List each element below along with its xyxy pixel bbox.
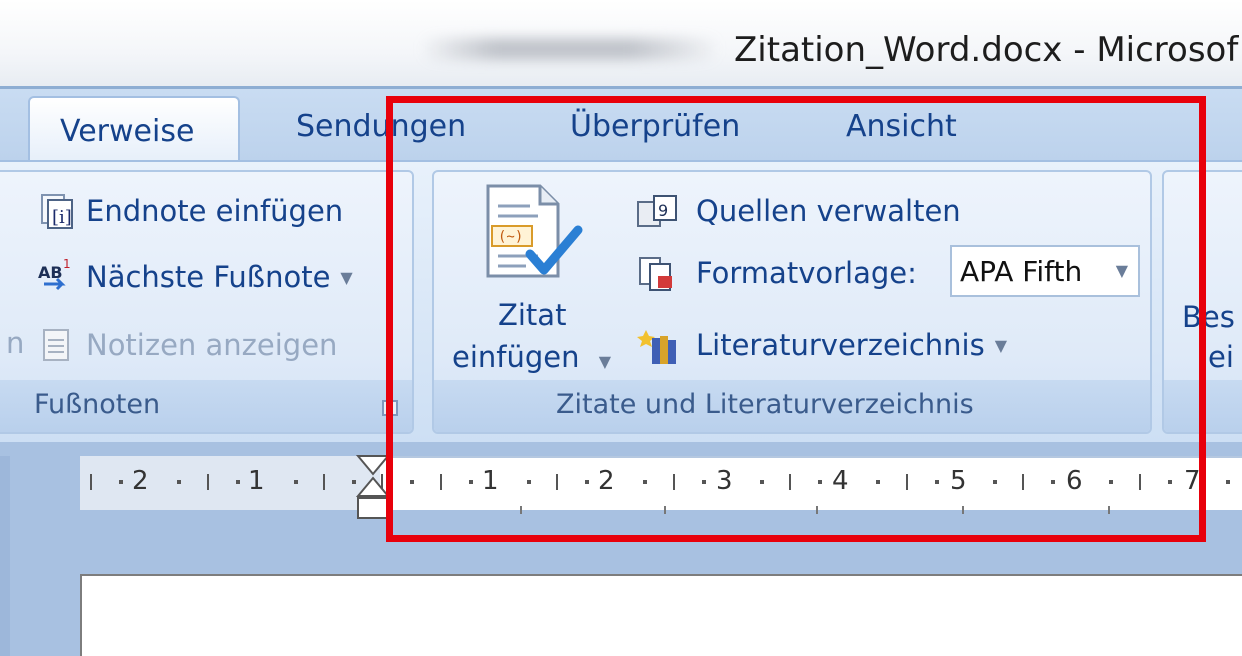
citations-group-label: Zitate und Literaturverzeichnis	[556, 389, 974, 420]
ruler-bar	[207, 474, 209, 490]
svg-text:9: 9	[658, 201, 668, 220]
ruler-number: 6	[1066, 466, 1083, 496]
ruler-bar	[673, 474, 675, 490]
ruler-bar	[906, 474, 908, 490]
ruler-tab-stop	[962, 506, 964, 514]
ruler-bar	[1139, 474, 1141, 490]
ruler-tab-stop	[520, 506, 522, 514]
ruler-bar	[90, 474, 92, 490]
ruler-tab-stop	[816, 506, 818, 514]
tab-ansicht[interactable]: Ansicht	[846, 109, 957, 144]
bibliography-label: Literaturverzeichnis	[696, 328, 985, 362]
ruler-number: 2	[132, 466, 149, 496]
window-title: Zitation_Word.docx - Microsof	[734, 30, 1239, 70]
show-notes-button: Notizen anzeigen	[38, 326, 337, 364]
ruler-bar	[789, 474, 791, 490]
ruler-number: 7	[1184, 466, 1201, 496]
endnote-insert-button[interactable]: [i] Endnote einfügen	[38, 192, 343, 230]
style-icon	[636, 254, 686, 292]
ruler-dot	[702, 480, 706, 484]
footnotes-group-label-bar: Fußnoten	[0, 380, 412, 432]
title-bar: Zitation_Word.docx - Microsof	[0, 0, 1242, 88]
ruler-bar	[1022, 474, 1024, 490]
insert-citation-icon[interactable]: (~)	[478, 182, 588, 290]
svg-text:(~): (~)	[498, 229, 523, 245]
next-group-label-line2[interactable]: ei	[1208, 340, 1234, 374]
ruler-dot	[177, 480, 181, 484]
citation-style-dropdown[interactable]: APA Fifth ▼	[950, 245, 1140, 297]
svg-text:1: 1	[63, 258, 71, 271]
ruler-number: 1	[482, 466, 499, 496]
ruler-dot	[294, 480, 298, 484]
ruler-dot	[469, 480, 473, 484]
ruler-dot	[760, 480, 764, 484]
ruler-dot	[585, 480, 589, 484]
ruler-dot	[876, 480, 880, 484]
ruler-tab-stop	[1108, 506, 1110, 514]
ruler-number: 4	[832, 466, 849, 496]
ruler-number: 2	[598, 466, 615, 496]
manage-sources-button[interactable]: 9 Quellen verwalten	[636, 192, 961, 230]
next-footnote-button[interactable]: AB 1 Nächste Fußnote ▼	[38, 257, 353, 296]
chevron-down-icon: ▼	[340, 267, 353, 287]
manage-sources-icon: 9	[636, 192, 686, 230]
endnote-icon: [i]	[38, 192, 76, 230]
tab-verweise-label: Verweise	[60, 114, 195, 149]
ruler-dot	[643, 480, 647, 484]
style-label: Formatvorlage:	[696, 256, 917, 290]
ruler-bar	[556, 474, 558, 490]
ruler-number: 5	[950, 466, 967, 496]
tab-sendungen[interactable]: Sendungen	[296, 109, 466, 144]
dialog-launcher-icon[interactable]	[382, 400, 398, 416]
ruler-margin-area	[80, 456, 380, 510]
ruler-dot	[1109, 480, 1113, 484]
insert-citation-button[interactable]: einfügen ▼	[452, 340, 611, 374]
tab-ueberpruefen[interactable]: Überprüfen	[570, 109, 740, 144]
ruler-dot	[527, 480, 531, 484]
insert-citation-label-line2: einfügen	[452, 340, 580, 374]
left-edge-text: n	[6, 326, 25, 360]
next-footnote-icon: AB 1	[38, 257, 76, 296]
citations-group-label-bar: Zitate und Literaturverzeichnis	[434, 380, 1150, 432]
style-label-group: Formatvorlage:	[636, 254, 917, 292]
ruler-dot	[1226, 480, 1230, 484]
tab-verweise[interactable]: Verweise	[28, 96, 240, 162]
chevron-down-icon: ▼	[994, 335, 1008, 355]
left-margin-strip	[0, 456, 10, 656]
ruler-number: 1	[248, 466, 265, 496]
ruler-number: 3	[716, 466, 733, 496]
next-group-label-line1[interactable]: Bes	[1182, 300, 1235, 334]
ruler-dot	[818, 480, 822, 484]
chevron-down-icon: ▼	[598, 352, 612, 371]
bibliography-icon	[636, 326, 686, 364]
bibliography-button[interactable]: Literaturverzeichnis ▼	[636, 326, 1007, 364]
ruler-dot	[410, 480, 414, 484]
ruler-dot	[993, 480, 997, 484]
manage-sources-label: Quellen verwalten	[696, 194, 961, 228]
next-footnote-label: Nächste Fußnote	[86, 260, 331, 294]
ruler-tab-stop	[664, 506, 666, 514]
indent-marker-icon[interactable]	[355, 452, 391, 522]
ruler-dot	[935, 480, 939, 484]
next-group-label-bar	[1164, 380, 1242, 432]
ruler-dot	[119, 480, 123, 484]
ruler-bar	[323, 474, 325, 490]
ruler-dot	[236, 480, 240, 484]
citation-style-value: APA Fifth	[960, 254, 1083, 288]
ruler-dot	[1051, 480, 1055, 484]
notes-icon	[38, 326, 76, 364]
insert-citation-label-line1[interactable]: Zitat	[498, 298, 566, 332]
ruler-dot	[1168, 480, 1172, 484]
blurred-title-region	[420, 38, 720, 60]
svg-text:[i]: [i]	[52, 207, 72, 228]
footnotes-group-label: Fußnoten	[34, 389, 161, 420]
document-page[interactable]	[80, 574, 1242, 656]
show-notes-label: Notizen anzeigen	[86, 328, 338, 362]
chevron-down-icon: ▼	[1115, 261, 1128, 280]
ruler-bar	[440, 474, 442, 490]
endnote-label: Endnote einfügen	[86, 194, 344, 228]
